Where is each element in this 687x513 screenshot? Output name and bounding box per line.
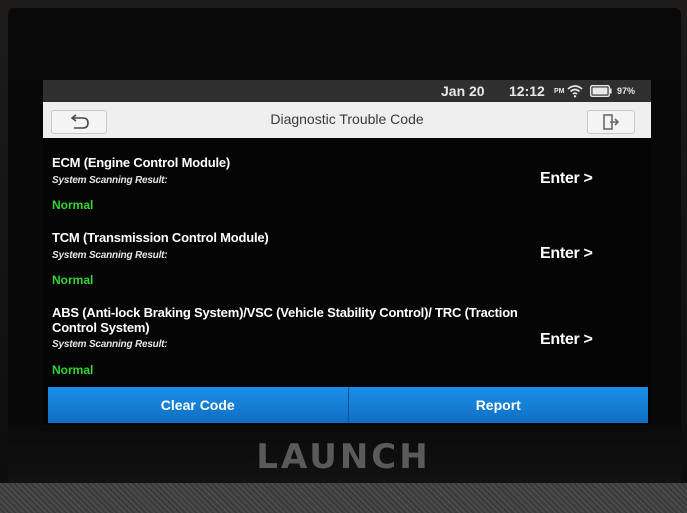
scan-tool-device: LAUNCH Jan 20 12:12 PM 97% Diagnostic Tr… (0, 0, 687, 513)
device-screen: Jan 20 12:12 PM 97% Diagnostic Trouble C… (43, 80, 651, 425)
wifi-icon (567, 85, 583, 98)
device-bezel-right (651, 80, 681, 480)
title-bar: Diagnostic Trouble Code (43, 102, 651, 138)
background-fabric (0, 483, 687, 513)
status-bar: Jan 20 12:12 PM 97% (43, 80, 651, 102)
status-ampm: PM (554, 88, 565, 95)
action-bar: Clear Code Report (48, 387, 648, 423)
system-name: ABS (Anti-lock Braking System)/VSC (Vehi… (52, 305, 518, 335)
device-bezel-top (8, 8, 681, 80)
battery-icon (590, 85, 612, 97)
scan-result-label: System Scanning Result: (52, 175, 168, 186)
scan-status: Normal (52, 273, 94, 287)
device-bezel-left (8, 80, 43, 480)
enter-button[interactable]: Enter > (540, 170, 593, 188)
scan-result-label: System Scanning Result: (52, 250, 168, 261)
status-time: 12:12 (509, 83, 545, 99)
scan-result-label: System Scanning Result: (52, 339, 168, 350)
system-name: ECM (Engine Control Module) (52, 155, 231, 170)
report-button[interactable]: Report (347, 387, 648, 423)
status-date: Jan 20 (441, 83, 485, 99)
clear-code-button[interactable]: Clear Code (48, 387, 348, 423)
scan-status: Normal (52, 363, 94, 377)
scan-status: Normal (52, 198, 94, 212)
exit-button[interactable] (587, 110, 635, 134)
battery-percent: 97% (617, 86, 636, 96)
page-title: Diagnostic Trouble Code (270, 111, 424, 127)
enter-button[interactable]: Enter > (540, 245, 593, 263)
system-name: TCM (Transmission Control Module) (52, 230, 269, 245)
enter-button[interactable]: Enter > (540, 331, 593, 349)
exit-icon (603, 114, 620, 130)
brand-logo: LAUNCH (256, 437, 431, 477)
